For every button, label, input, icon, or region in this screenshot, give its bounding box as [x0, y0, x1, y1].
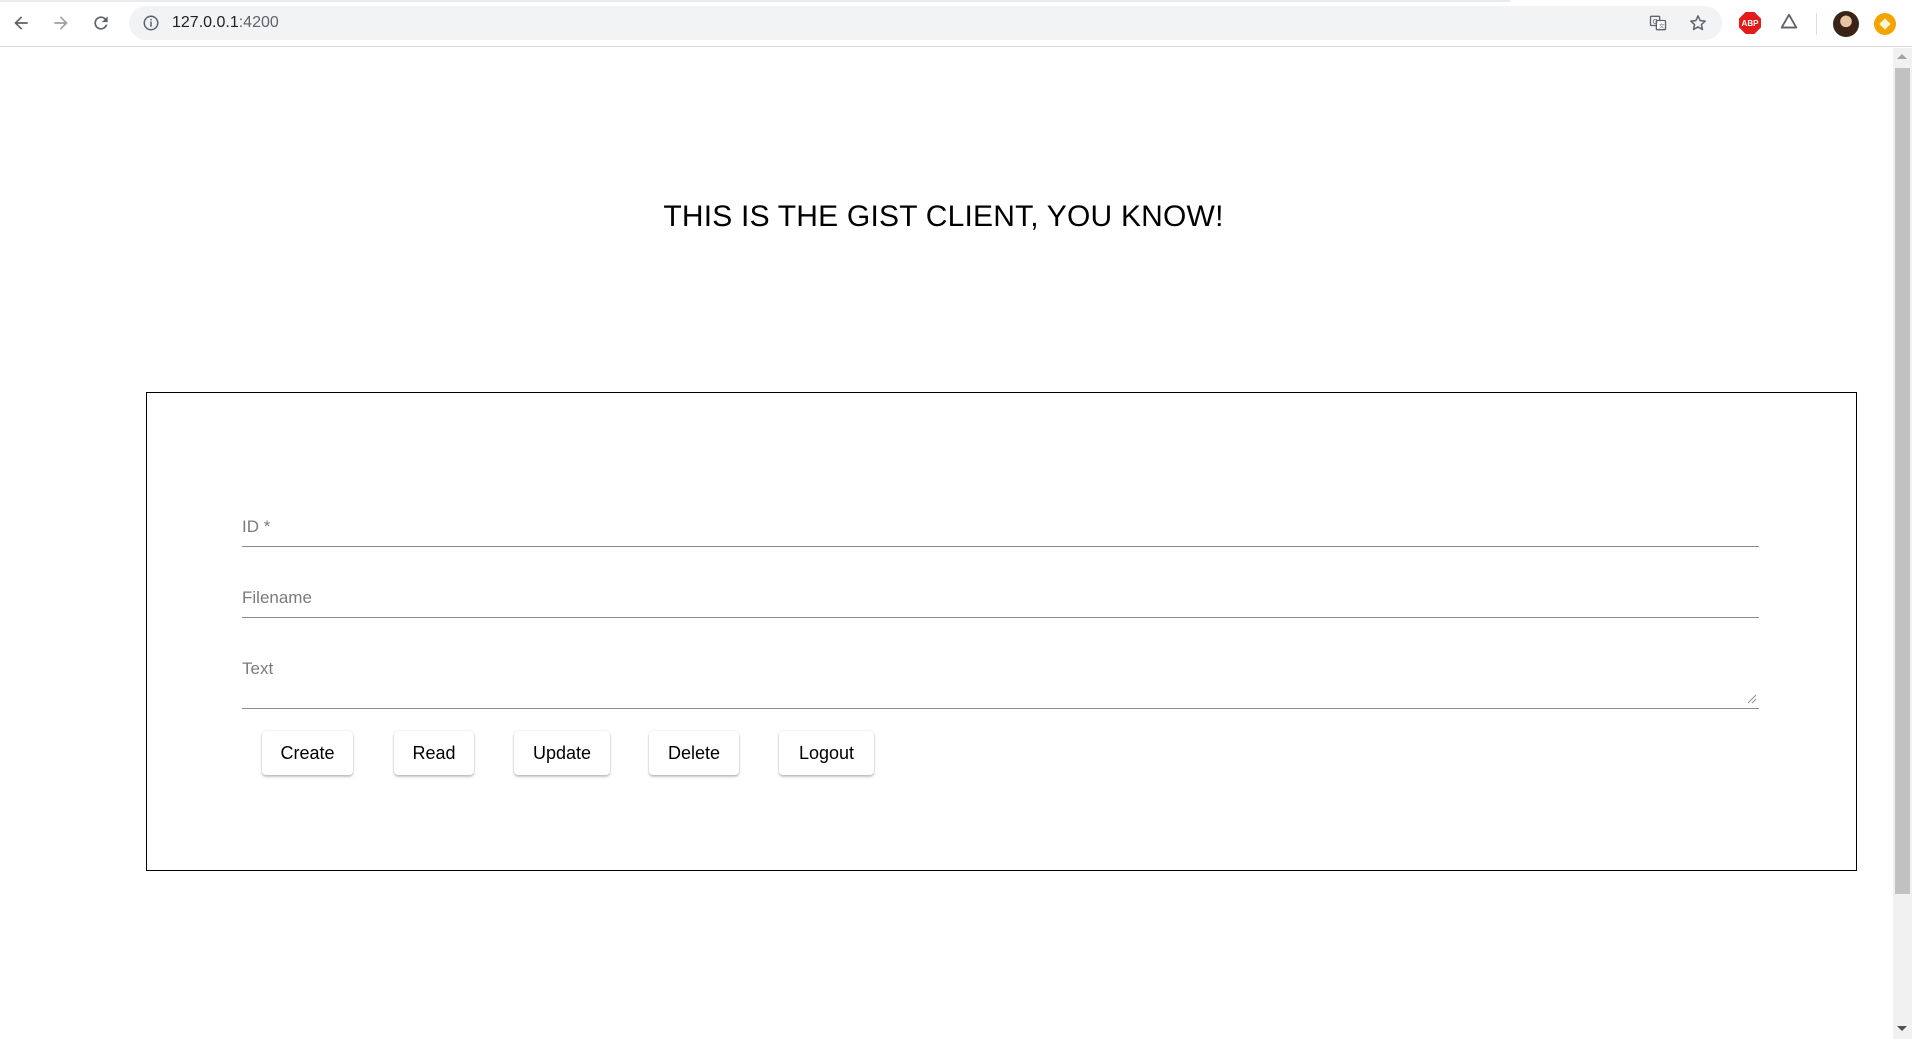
page-title: THIS IS THE GIST CLIENT, YOU KNOW!: [663, 200, 1224, 233]
drive-extension-icon[interactable]: [1778, 12, 1800, 34]
toolbar-divider: [1816, 13, 1817, 35]
url-host: 127.0.0.1: [172, 14, 239, 31]
browser-toolbar: 127.0.0.1:4200 G 文 ABP: [0, 0, 1912, 47]
url-port: :4200: [238, 14, 279, 31]
scroll-down-arrow-icon[interactable]: [1897, 1026, 1907, 1031]
create-button[interactable]: Create: [262, 731, 353, 775]
scroll-thumb[interactable]: [1895, 68, 1910, 894]
update-button[interactable]: Update: [514, 731, 610, 775]
id-label: ID *: [242, 517, 271, 536]
site-info-icon[interactable]: [142, 14, 160, 32]
page-load-indicator: [0, 0, 1510, 2]
reload-button[interactable]: [85, 7, 117, 39]
url-text[interactable]: 127.0.0.1:4200: [172, 14, 279, 32]
filename-label: Filename: [242, 588, 312, 607]
resize-handle-icon[interactable]: [1747, 694, 1757, 704]
back-button[interactable]: [5, 7, 37, 39]
page-content: THIS IS THE GIST CLIENT, YOU KNOW! ID * …: [0, 48, 1893, 1039]
svg-text:文: 文: [1659, 22, 1665, 30]
gist-form-panel: ID * Filename Text Create Read Update De…: [146, 392, 1857, 871]
adblock-extension-icon[interactable]: ABP: [1739, 12, 1761, 34]
orange-extension-icon[interactable]: [1874, 13, 1896, 35]
vertical-scrollbar[interactable]: [1893, 48, 1912, 1039]
bookmark-star-icon[interactable]: [1688, 13, 1708, 33]
reload-icon: [94, 16, 108, 30]
forward-arrow-icon: [54, 16, 68, 30]
svg-text:G: G: [1653, 18, 1658, 26]
id-field[interactable]: ID *: [242, 507, 1759, 547]
translate-icon[interactable]: G 文: [1648, 13, 1668, 33]
profile-avatar[interactable]: [1833, 11, 1859, 37]
text-area-field[interactable]: Text: [242, 649, 1759, 709]
delete-button[interactable]: Delete: [649, 731, 739, 775]
forward-button[interactable]: [45, 7, 77, 39]
text-label: Text: [242, 659, 274, 678]
scroll-up-arrow-icon[interactable]: [1897, 54, 1907, 59]
back-arrow-icon: [14, 16, 28, 30]
address-bar[interactable]: 127.0.0.1:4200 G 文: [129, 6, 1722, 40]
filename-field[interactable]: Filename: [242, 578, 1759, 618]
logout-button[interactable]: Logout: [779, 731, 874, 775]
read-button[interactable]: Read: [394, 731, 474, 775]
adblock-label: ABP: [1741, 18, 1759, 28]
